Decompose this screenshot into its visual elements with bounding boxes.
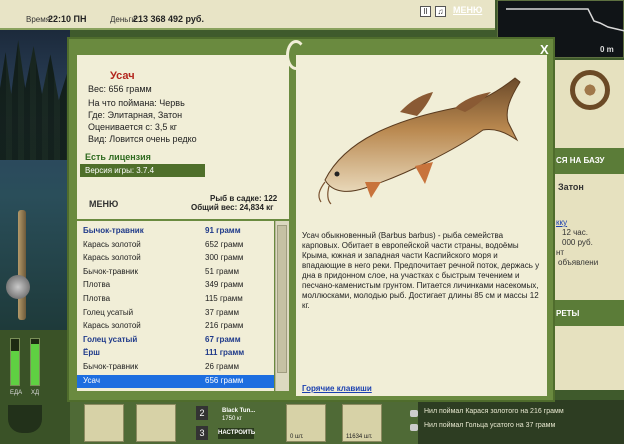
cauldron-icon[interactable] (8, 405, 42, 433)
sound-icon[interactable]: ♫ (435, 6, 446, 17)
top-menu-button[interactable]: МЕНЮ (453, 5, 482, 15)
catch-fish-name: Карась золотой (83, 239, 141, 249)
slot-number-2[interactable]: 2 (196, 406, 208, 420)
log-line-1: Нил поймал Карася золотого на 216 грамм (424, 408, 564, 415)
catch-fish-weight: 91 грамм (205, 226, 241, 235)
tackle-name: Black Tun... (222, 408, 256, 414)
catch-row[interactable]: Карась золотой 652 грамм (77, 239, 274, 252)
fish-caught-on: На что поймана: Червь (88, 98, 185, 108)
fish-weight: Вес: 656 грамм (88, 84, 152, 94)
groundbait-slot[interactable] (136, 404, 176, 442)
fish-title: Усач (110, 70, 135, 82)
fishing-rod[interactable] (18, 210, 26, 320)
catch-row[interactable]: Усач 656 грамм (77, 374, 274, 388)
reel-icon[interactable] (6, 275, 30, 299)
return-to-base-label: СЯ НА БАЗУ (556, 156, 605, 165)
mail-icon (410, 410, 418, 417)
catch-fish-name: Ёрш (83, 348, 100, 358)
keepnet-count: Рыб в садке: 122 (210, 194, 278, 203)
catch-fish-weight: 26 грамм (205, 362, 239, 371)
catch-fish-name: Голец усатый (83, 307, 134, 317)
ship-wheel-icon[interactable] (570, 70, 610, 110)
fish-valued-from: Оценивается с: 3,5 кг (88, 122, 178, 132)
catch-fish-name: Плотва (83, 280, 111, 290)
location-link[interactable]: кку (556, 218, 567, 227)
fish-caught-where: Где: Элитарная, Затон (88, 110, 183, 120)
energy-gauge-label: ХД (31, 390, 40, 396)
catch-row[interactable]: Бычок-травник 26 грамм (77, 361, 274, 374)
catch-fish-name: Бычок-травник (83, 266, 138, 276)
dialog-menu-button[interactable]: МЕНЮ (89, 199, 118, 209)
food-gauge-fill (11, 350, 19, 385)
keepnet-total-weight: Общий вес: 24,834 кг (191, 203, 274, 212)
depth-right-label: 0 m (600, 45, 614, 54)
catch-fish-name: Карась золотой (83, 321, 141, 331)
catch-fish-weight: 656 грамм (205, 375, 244, 385)
hotkeys-link[interactable]: Горячие клавиши (302, 384, 372, 393)
pause-icon[interactable]: II (420, 6, 431, 17)
right-line-3: нт (556, 248, 565, 257)
tackle-weight: 1750 кг (222, 416, 242, 422)
slot-number-3[interactable]: 3 (196, 426, 208, 440)
secrets-label: РЕТЫ (556, 309, 580, 318)
catch-row[interactable]: Бычок-травник 91 грамм (77, 225, 274, 238)
catch-fish-name: Усач (83, 375, 100, 385)
catch-fish-weight: 652 грамм (205, 239, 244, 249)
mail-icon (410, 424, 418, 431)
bait-bucket-slot[interactable] (84, 404, 124, 442)
right-line-1: 12 час. (562, 228, 588, 237)
energy-gauge (30, 338, 40, 386)
catch-row[interactable]: Голец усатый 37 грамм (77, 307, 274, 320)
food-gauge (10, 338, 20, 386)
location-name: Затон (558, 182, 584, 192)
catch-fish-name: Бычок-травник (83, 362, 138, 371)
catch-row[interactable]: Плотва 115 грамм (77, 293, 274, 306)
catch-row[interactable]: Плотва 349 грамм (77, 279, 274, 292)
food-gauge-label: ЕДА (10, 390, 23, 396)
version-label: Версия игры: 3.7.4 (85, 166, 155, 175)
catch-row[interactable]: Ёрш 111 грамм (77, 347, 274, 360)
catch-fish-name: Карась золотой (83, 253, 141, 263)
catch-row[interactable]: Голец усатый 67 грамм (77, 334, 274, 347)
catch-row[interactable]: Карась золотой 216 грамм (77, 320, 274, 333)
catch-fish-weight: 216 грамм (205, 321, 244, 331)
license-status: Есть лицензия (85, 152, 151, 162)
catch-fish-name: Голец усатый (83, 334, 138, 344)
bait-count: 11634 шт. (346, 434, 373, 440)
settings-button[interactable]: НАСТРОИТЬ (218, 428, 255, 439)
fish-description: Усач обыкновенный (Barbus barbus) - рыба… (302, 231, 540, 310)
catch-fish-name: Плотва (83, 294, 111, 303)
catch-fish-name: Бычок-травник (83, 226, 144, 235)
catch-fish-weight: 300 грамм (205, 253, 244, 263)
barbel-fish-image (318, 77, 521, 205)
catch-fish-weight: 349 грамм (205, 280, 244, 290)
catch-fish-weight: 115 грамм (205, 294, 243, 303)
catch-fish-weight: 111 грамм (205, 348, 245, 358)
hook-count: 0 шт. (290, 434, 304, 440)
catch-fish-weight: 67 грамм (205, 334, 241, 344)
right-line-2: 000 руб. (562, 238, 593, 247)
catch-fish-weight: 51 грамм (205, 266, 239, 276)
time-value: 22:10 ПН (48, 14, 87, 24)
catch-list[interactable]: Бычок-травник 91 грамм Карась золотой 652 г… (77, 221, 274, 391)
fish-rarity: Вид: Ловится очень редко (88, 134, 197, 144)
catch-fish-weight: 37 грамм (205, 307, 239, 317)
money-value: 213 368 492 руб. (133, 14, 204, 24)
log-line-2: Нил поймал Гольца усатого на 37 грамм (424, 422, 556, 429)
right-line-4: объявлени (558, 258, 599, 267)
catch-list-scroll-thumb[interactable] (277, 225, 287, 373)
energy-gauge-fill (31, 343, 39, 385)
catch-row[interactable]: Карась золотой 300 грамм (77, 252, 274, 265)
catch-row[interactable]: Бычок-травник 51 грамм (77, 266, 274, 279)
